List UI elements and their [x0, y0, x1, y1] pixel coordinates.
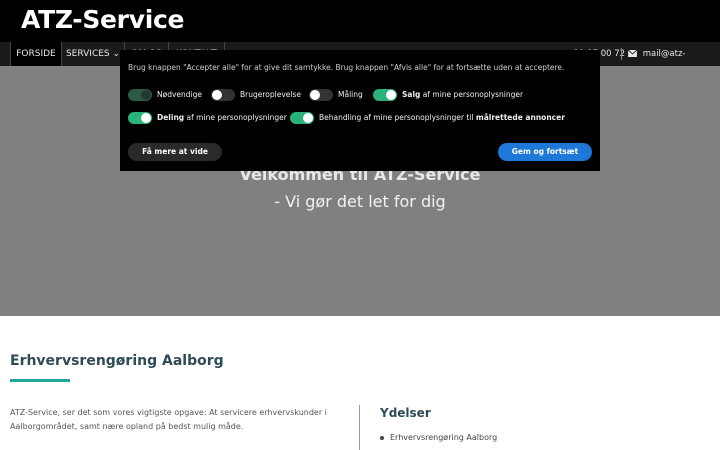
main-content: Erhvervsrengøring Aalborg ATZ-Service, s…: [0, 316, 720, 450]
nav-email[interactable]: mail@atz-service.dk: [628, 42, 720, 83]
save-and-continue-button[interactable]: Gem og fortsæt: [498, 143, 592, 161]
option-label-bold: Salg: [402, 90, 421, 99]
nav-item-services[interactable]: SERVICES ⌄: [62, 42, 125, 66]
section-title: Erhvervsrengøring Aalborg: [10, 353, 224, 369]
option-label-rest: af mine personoplysninger: [420, 90, 524, 99]
option-label: Salg af mine personoplysninger: [402, 88, 523, 102]
option-label-bold: målrettede annoncer: [475, 113, 565, 122]
toggle-sharing[interactable]: [128, 112, 152, 124]
learn-more-button[interactable]: Få mere at vide: [128, 143, 222, 161]
nav-item-forside[interactable]: FORSIDE: [10, 42, 62, 66]
intro-paragraph: ATZ-Service, ser det som vores vigtigste…: [10, 408, 327, 431]
nav-divider: [621, 48, 622, 60]
service-label: Erhvervsrengøring Aalborg: [390, 433, 498, 442]
toggle-sale[interactable]: [373, 89, 397, 101]
option-label-rest: af mine personoplysninger: [184, 113, 287, 122]
consent-text: Brug knappen "Accepter alle" for at give…: [128, 63, 565, 72]
option-label: Måling: [338, 90, 363, 99]
toggle-user-experience[interactable]: [211, 89, 235, 101]
title-underline: [10, 379, 70, 382]
column-divider: [359, 405, 360, 450]
mail-icon: [628, 50, 637, 57]
option-label: Behandling af mine personoplysninger til…: [319, 111, 565, 125]
option-label: Deling af mine personoplysninger: [157, 111, 287, 125]
service-list-item[interactable]: Erhvervsrengøring Aalborg: [380, 433, 498, 442]
toggle-necessary[interactable]: [128, 89, 152, 101]
bullet: [380, 436, 384, 440]
toggle-measurement[interactable]: [309, 89, 333, 101]
site-logo[interactable]: ATZ-Service: [21, 5, 184, 34]
option-label-bold: Deling: [157, 113, 185, 122]
toggle-targeted-ads[interactable]: [290, 112, 314, 124]
option-label-pre: Behandling af mine personoplysninger til: [319, 113, 476, 122]
option-label: Nødvendige: [157, 90, 202, 99]
services-heading: Ydelser: [380, 406, 431, 420]
hero-subtitle: - Vi gør det let for dig: [274, 192, 446, 211]
site-header: ATZ-Service: [0, 0, 720, 42]
cookie-consent-dialog: Brug knappen "Accepter alle" for at give…: [120, 50, 600, 171]
option-label: Brugeroplevelse: [240, 90, 301, 99]
